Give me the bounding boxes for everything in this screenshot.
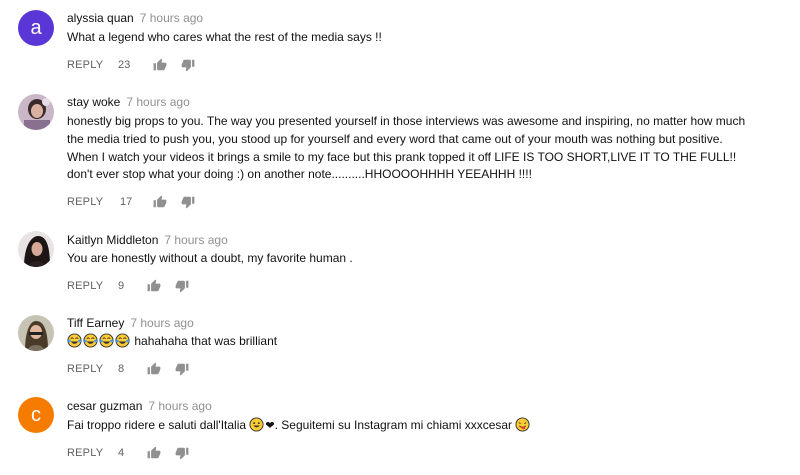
comment-header: cesar guzman 7 hours ago [67,399,212,414]
comment-time[interactable]: 7 hours ago [148,399,211,413]
user-photo-icon [18,315,54,351]
author-name[interactable]: Tiff Earney [67,316,124,330]
user-photo-icon [18,94,54,130]
comment-text-content: hahahaha that was brilliant [134,334,278,348]
thumb-down-icon[interactable] [175,446,189,460]
reply-button[interactable]: REPLY [67,278,103,294]
author-name[interactable]: cesar guzman [67,399,142,413]
like-count: 9 [118,280,125,292]
tongue-out-emoji-icon [515,417,530,432]
like-count: 4 [118,447,125,459]
reply-button[interactable]: REPLY [67,194,103,210]
comment-actions: REPLY 9 [67,278,267,294]
thumb-down-icon[interactable] [181,58,195,72]
comment-text: Fai troppo ridere e saluti dall'Italia ❤… [67,417,757,436]
comment-time[interactable]: 7 hours ago [140,11,203,25]
like-count: 8 [118,363,125,375]
comment-text: hahahaha that was brilliant [67,333,757,351]
reply-button[interactable]: REPLY [67,361,103,377]
comment-actions: REPLY 4 [67,445,267,461]
comment-header: Kaitlyn Middleton 7 hours ago [67,233,228,248]
avatar[interactable] [18,94,54,130]
comment-header: stay woke 7 hours ago [67,95,190,110]
user-photo-icon [18,231,54,267]
thumb-down-icon[interactable] [181,195,195,209]
comment-item: stay woke 7 hours ago honestly big props … [0,88,800,218]
author-name[interactable]: Kaitlyn Middleton [67,233,158,247]
comment-actions: REPLY 23 [67,57,267,73]
comment-item: a alyssia quan 7 hours ago What a legend … [0,0,800,80]
crying-laughing-emoji-icon [67,333,82,348]
reply-button[interactable]: REPLY [67,57,103,73]
comment-time[interactable]: 7 hours ago [126,95,189,109]
avatar[interactable] [18,231,54,267]
like-count: 23 [118,59,131,71]
crying-laughing-emoji-icon [115,333,130,348]
comment-actions: REPLY 17 [67,194,267,210]
thumb-up-icon[interactable] [147,446,161,460]
comment-item: c cesar guzman 7 hours ago Fai troppo rid… [0,393,800,475]
crying-laughing-emoji-icon [83,333,98,348]
comment-item: Tiff Earney 7 hours ago hahahaha that was… [0,309,800,389]
comment-time[interactable]: 7 hours ago [130,316,193,330]
comment-text: honestly big props to you. The way you p… [67,114,746,182]
comment-time[interactable]: 7 hours ago [164,233,227,247]
comment-text: What a legend who cares what the rest of… [67,30,382,44]
comment-text-part: Fai troppo ridere e saluti dall'Italia [67,418,247,432]
comment-header: Tiff Earney 7 hours ago [67,316,194,331]
avatar[interactable]: a [18,10,54,46]
like-count: 17 [120,196,133,208]
comment-header: alyssia quan 7 hours ago [67,11,203,26]
author-name[interactable]: stay woke [67,95,120,109]
thumb-up-icon[interactable] [153,58,167,72]
thumb-down-icon[interactable] [175,279,189,293]
comment-text-part: . Seguitemi su Instagram mi chiami xxxce… [274,418,513,432]
avatar[interactable] [18,315,54,351]
thumb-down-icon[interactable] [175,362,189,376]
grinning-sweat-emoji-icon [249,417,264,432]
comment-item: Kaitlyn Middleton 7 hours ago You are hon… [0,225,800,305]
thumb-up-icon[interactable] [147,362,161,376]
thumb-up-icon[interactable] [153,195,167,209]
comment-text: You are honestly without a doubt, my fav… [67,251,353,265]
heart-icon: ❤ [265,420,275,432]
reply-button[interactable]: REPLY [67,445,103,461]
crying-laughing-emoji-icon [99,333,114,348]
comment-actions: REPLY 8 [67,361,267,377]
author-name[interactable]: alyssia quan [67,11,134,25]
avatar[interactable]: c [18,397,54,433]
thumb-up-icon[interactable] [147,279,161,293]
